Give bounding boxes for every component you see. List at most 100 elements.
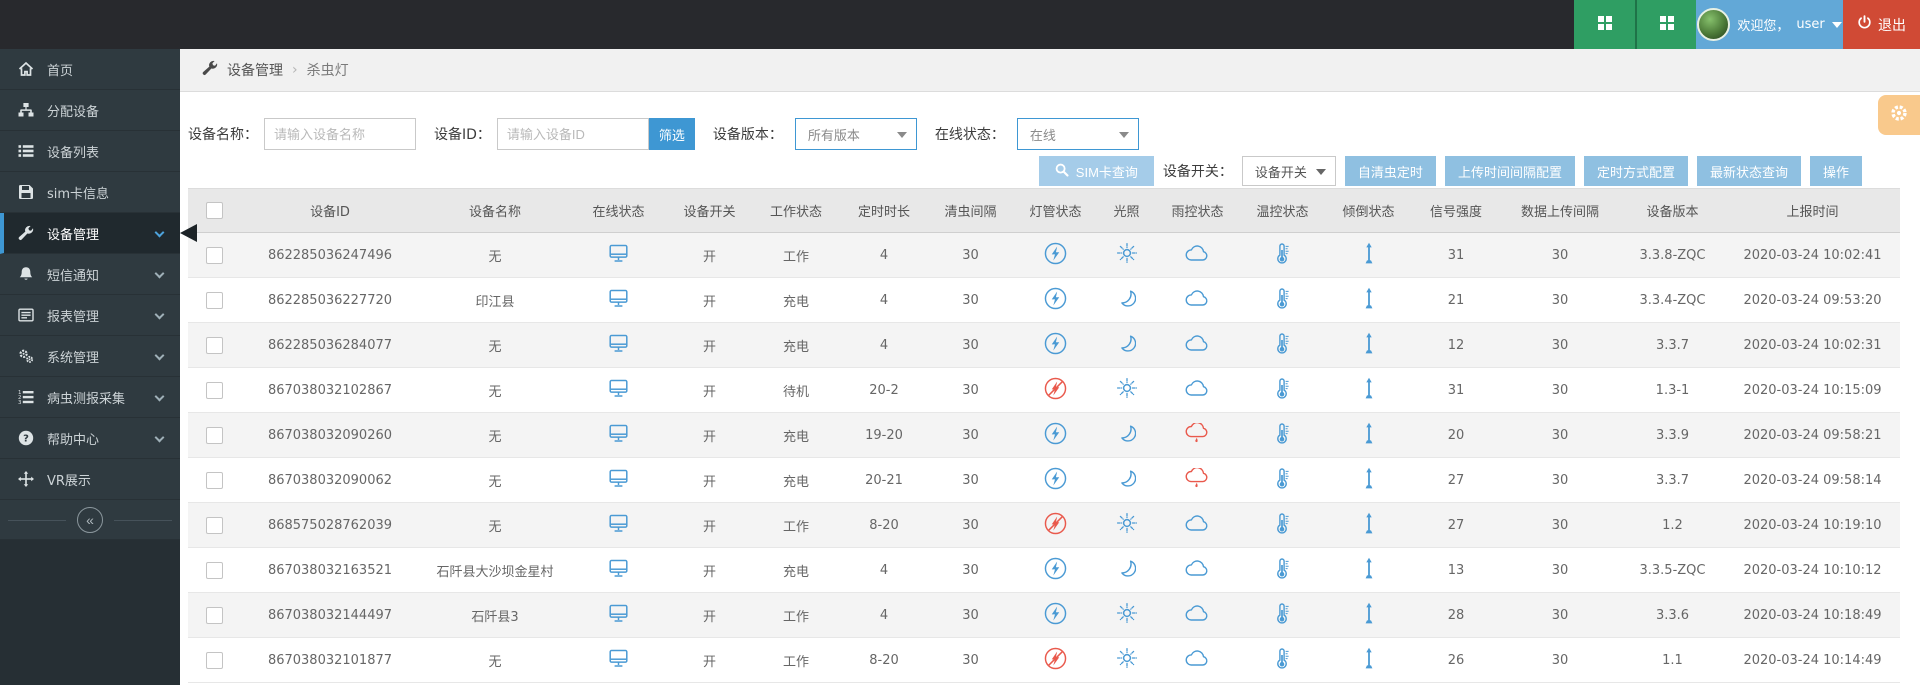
signal-strength-cell: 27	[1412, 503, 1500, 548]
tilt-icon	[1362, 467, 1376, 490]
upload-interval-cell: 30	[1500, 368, 1620, 413]
signal-strength-cell: 31	[1412, 233, 1500, 278]
cloud-icon	[1185, 560, 1210, 577]
table-row: 862285036284077无开充电43012303.3.72020-03-2…	[188, 323, 1900, 368]
device-switch-cell: 开	[667, 548, 752, 593]
sidebar-item-10[interactable]: VR展示	[0, 459, 180, 500]
tilt-icon	[1362, 242, 1376, 265]
device-id-cell: 867038032090062	[240, 458, 420, 503]
upload-interval-cell: 30	[1500, 638, 1620, 683]
bolt-off-icon	[1044, 377, 1067, 400]
user-menu[interactable]: 欢迎您， user	[1696, 0, 1843, 49]
toolbar-button-2[interactable]: 定时方式配置	[1584, 156, 1688, 186]
app-grid-button-1[interactable]	[1574, 0, 1635, 49]
sitemap-icon	[17, 102, 34, 119]
device-switch-select[interactable]: 设备开关	[1242, 156, 1336, 186]
device-version-cell: 3.3.5-ZQC	[1620, 548, 1725, 593]
timer-duration-cell: 4	[840, 233, 928, 278]
monitor-icon	[608, 559, 629, 578]
toolbar-button-3[interactable]: 最新状态查询	[1697, 156, 1801, 186]
sidebar-item-5[interactable]: 短信通知	[0, 254, 180, 295]
column-header: 在线状态	[570, 189, 667, 233]
clean-interval-cell: 30	[928, 593, 1013, 638]
chevron-down-icon	[897, 132, 907, 138]
device-version-select[interactable]: 所有版本	[795, 118, 917, 150]
row-checkbox[interactable]	[206, 292, 223, 309]
sidebar-item-2[interactable]: 设备列表	[0, 131, 180, 172]
sidebar-item-4[interactable]: 设备管理	[0, 213, 180, 254]
thermometer-icon	[1274, 512, 1291, 535]
sidebar-item-6[interactable]: 报表管理	[0, 295, 180, 336]
clean-interval-cell: 30	[928, 233, 1013, 278]
cloud-icon	[1185, 380, 1210, 397]
device-switch-cell: 开	[667, 278, 752, 323]
upload-interval-cell: 30	[1500, 278, 1620, 323]
signal-strength-cell: 20	[1412, 413, 1500, 458]
logout-button[interactable]: 退出	[1843, 0, 1920, 49]
sidebar-item-1[interactable]: 分配设备	[0, 90, 180, 131]
table-row: 867038032101877无开工作8-203026301.12020-03-…	[188, 638, 1900, 683]
username: user	[1796, 17, 1824, 32]
table-row: 867038032090062无开充电20-213027303.3.72020-…	[188, 458, 1900, 503]
tilt-icon	[1362, 287, 1376, 310]
chevron-down-icon	[155, 392, 165, 402]
row-checkbox[interactable]	[206, 517, 223, 534]
device-switch-cell: 开	[667, 413, 752, 458]
filter-button[interactable]: 筛选	[649, 118, 695, 150]
row-checkbox[interactable]	[206, 562, 223, 579]
bolt-on-icon	[1044, 602, 1067, 625]
column-header: 设备名称	[420, 189, 570, 233]
sidebar-item-9[interactable]: ?帮助中心	[0, 418, 180, 459]
toolbar-button-4[interactable]: 操作	[1810, 156, 1862, 186]
sidebar-collapse-button[interactable]: «	[77, 507, 103, 533]
svg-text:?: ?	[23, 434, 29, 445]
select-all-checkbox[interactable]	[206, 202, 223, 219]
monitor-icon	[608, 289, 629, 308]
sidebar-item-0[interactable]: 首页	[0, 49, 180, 90]
online-status-value: 在线	[1030, 125, 1056, 144]
timer-duration-cell: 20-21	[840, 458, 928, 503]
row-checkbox[interactable]	[206, 427, 223, 444]
main-area: 设备管理 › 杀虫灯 设备名称： 设备ID： 筛选 设备版本： 所有版本 在线状…	[180, 49, 1920, 685]
row-checkbox[interactable]	[206, 607, 223, 624]
moon-icon	[1118, 424, 1136, 442]
online-status-select[interactable]: 在线	[1017, 118, 1139, 150]
row-checkbox[interactable]	[206, 337, 223, 354]
sidebar-item-3[interactable]: sim卡信息	[0, 172, 180, 213]
sim-query-button[interactable]: SIM卡查询	[1039, 156, 1154, 186]
cloud-icon	[1185, 605, 1210, 622]
column-header: 灯管状态	[1013, 189, 1098, 233]
timer-duration-cell: 4	[840, 323, 928, 368]
app-grid-button-2[interactable]	[1635, 0, 1696, 49]
upload-interval-cell: 30	[1500, 458, 1620, 503]
toolbar-button-0[interactable]: 自清虫定时	[1345, 156, 1436, 186]
signal-strength-cell: 31	[1412, 368, 1500, 413]
toolbar-button-1[interactable]: 上传时间间隔配置	[1445, 156, 1575, 186]
breadcrumb-section[interactable]: 设备管理	[227, 60, 283, 80]
bolt-on-icon	[1044, 332, 1067, 355]
moon-icon	[1118, 289, 1136, 307]
timer-duration-cell: 19-20	[840, 413, 928, 458]
table-row: 862285036247496无开工作43031303.3.8-ZQC2020-…	[188, 233, 1900, 278]
breadcrumb-separator: ›	[292, 62, 298, 78]
device-table: 设备ID设备名称在线状态设备开关工作状态定时时长清虫间隔灯管状态光照雨控状态温控…	[188, 188, 1900, 683]
column-header: 倾倒状态	[1325, 189, 1412, 233]
row-checkbox[interactable]	[206, 652, 223, 669]
sidebar-item-7[interactable]: 系统管理	[0, 336, 180, 377]
signal-strength-cell: 27	[1412, 458, 1500, 503]
wrench-icon	[202, 60, 218, 80]
device-name-label: 设备名称：	[188, 124, 258, 144]
clean-interval-cell: 30	[928, 323, 1013, 368]
row-checkbox[interactable]	[206, 247, 223, 264]
sidebar-item-8[interactable]: 123病虫测报采集	[0, 377, 180, 418]
settings-float-button[interactable]	[1878, 95, 1920, 135]
table-row: 867038032144497石阡县3开工作43028303.3.62020-0…	[188, 593, 1900, 638]
row-checkbox[interactable]	[206, 472, 223, 489]
row-checkbox[interactable]	[206, 382, 223, 399]
device-switch-cell: 开	[667, 593, 752, 638]
signal-strength-cell: 26	[1412, 638, 1500, 683]
chevron-down-icon	[155, 310, 165, 320]
device-name-input[interactable]	[264, 118, 416, 150]
thermometer-icon	[1274, 557, 1291, 580]
device-id-input[interactable]	[497, 118, 649, 150]
